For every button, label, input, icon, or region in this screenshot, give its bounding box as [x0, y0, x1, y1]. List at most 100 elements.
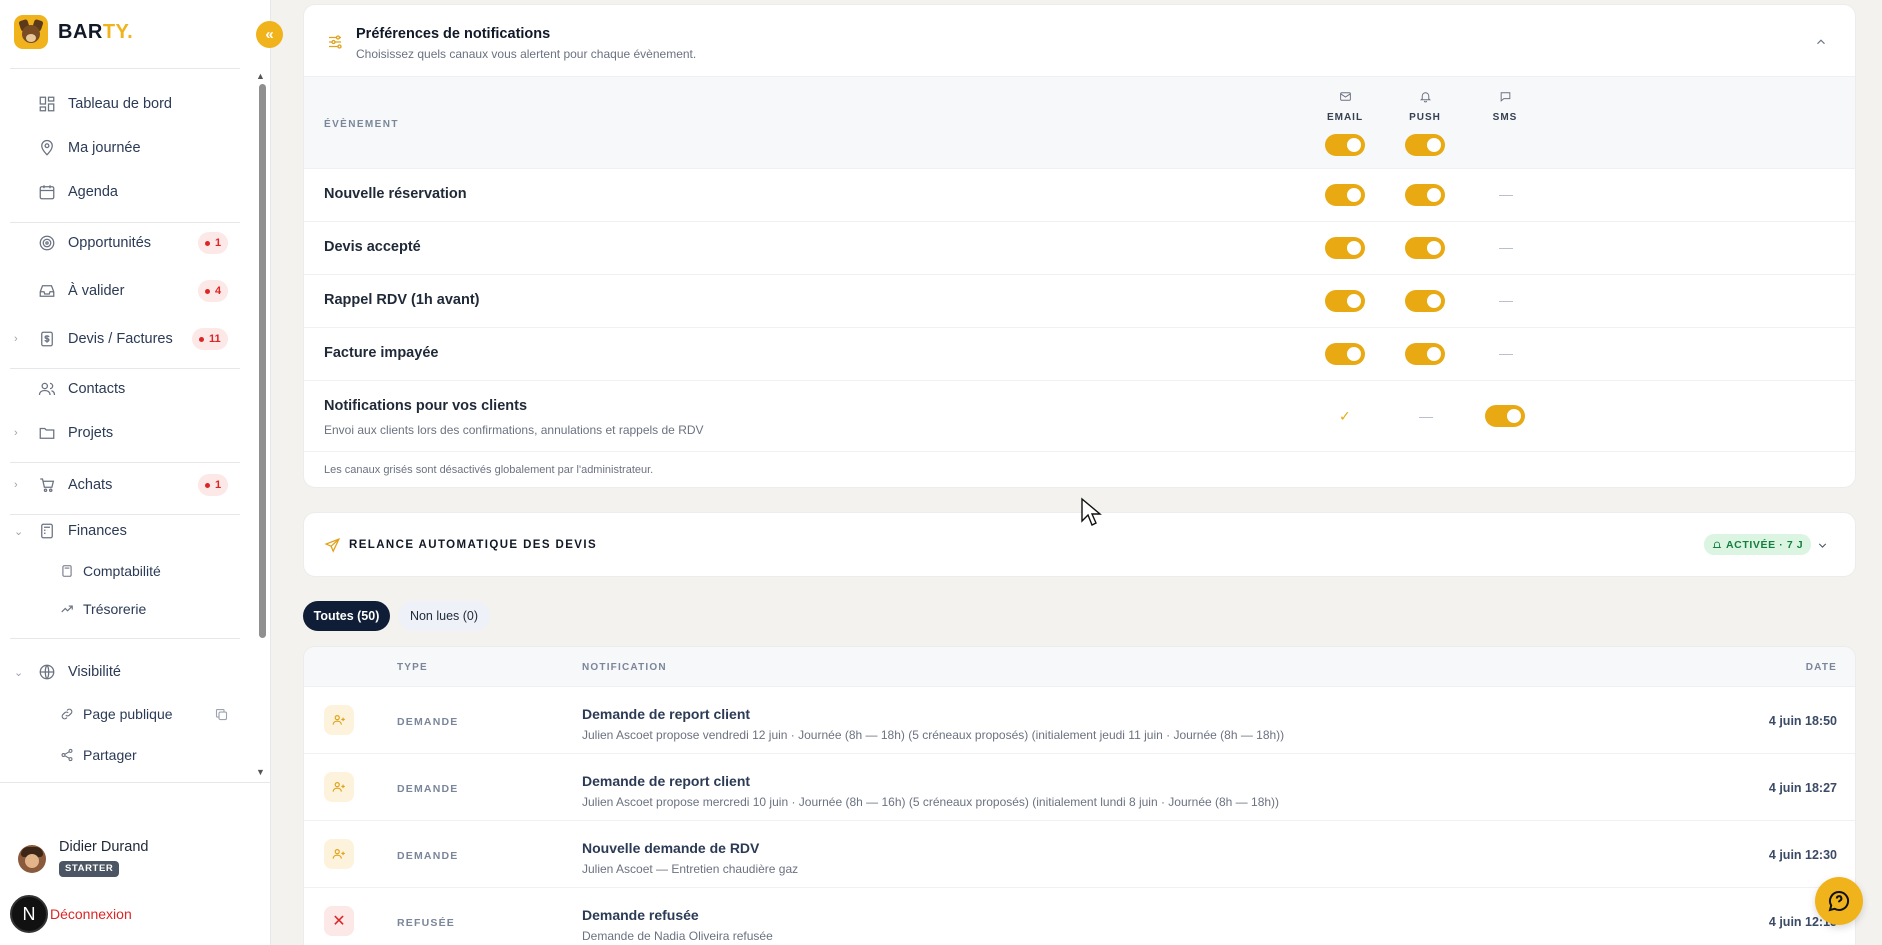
- notification-title: Demande refusée: [582, 907, 699, 923]
- sidebar-divider: [10, 368, 240, 369]
- sms-unavailable-dash: [1499, 354, 1513, 355]
- event-label: Nouvelle réservation: [324, 186, 467, 202]
- sidebar-divider: [0, 782, 271, 783]
- sidebar-item-my-day[interactable]: Ma journée: [0, 130, 250, 166]
- logout-button[interactable]: Déconnexion: [50, 906, 132, 922]
- calendar-icon: [39, 185, 55, 200]
- plan-badge: STARTER: [59, 861, 120, 877]
- sidebar-item-label: Agenda: [68, 184, 118, 200]
- sms-unavailable-dash: [1499, 301, 1513, 302]
- email-toggle[interactable]: [1325, 290, 1365, 312]
- sms-unavailable-dash: [1499, 248, 1513, 249]
- help-chat-button[interactable]: [1815, 877, 1863, 925]
- notification-type: REFUSÉE: [397, 917, 455, 929]
- sms-unavailable-dash: [1499, 195, 1513, 196]
- table-row[interactable]: DEMANDE Demande de report client Julien …: [304, 687, 1855, 754]
- notifications-table-header: TYPE NOTIFICATION DATE: [304, 647, 1855, 687]
- sidebar-item-to-validate[interactable]: À valider 4: [0, 273, 250, 309]
- sidebar-item-label: Finances: [68, 523, 127, 539]
- push-toggle[interactable]: [1405, 237, 1445, 259]
- sidebar-item-finances[interactable]: ⌄ Finances: [0, 513, 250, 549]
- sidebar-item-share[interactable]: Partager: [0, 737, 250, 773]
- chevron-down-icon[interactable]: ⌄: [14, 666, 23, 679]
- notification-date: 4 juin 18:50: [1768, 714, 1837, 728]
- email-toggle[interactable]: [1325, 237, 1365, 259]
- event-label: Rappel RDV (1h avant): [324, 292, 480, 308]
- collapse-sidebar-button[interactable]: «: [256, 21, 283, 48]
- email-master-toggle[interactable]: [1325, 134, 1365, 156]
- sidebar-item-purchases[interactable]: › Achats 1: [0, 467, 250, 503]
- sidebar-item-projects[interactable]: › Projets: [0, 415, 250, 451]
- chevron-up-icon[interactable]: [1814, 35, 1828, 49]
- event-row: Devis accepté: [304, 222, 1855, 275]
- sidebar-item-visibility[interactable]: ⌄ Visibilité: [0, 654, 250, 690]
- event-row: Rappel RDV (1h avant): [304, 275, 1855, 328]
- logout-row[interactable]: N Déconnexion: [10, 894, 132, 934]
- send-icon: [324, 537, 341, 553]
- table-row[interactable]: DEMANDE Demande de report client Julien …: [304, 754, 1855, 821]
- sms-toggle[interactable]: [1485, 405, 1525, 427]
- auto-reminder-title: RELANCE AUTOMATIQUE DES DEVIS: [349, 539, 598, 551]
- table-row[interactable]: DEMANDE Nouvelle demande de RDV Julien A…: [304, 821, 1855, 888]
- close-icon: ✕: [324, 906, 354, 936]
- push-toggle[interactable]: [1405, 290, 1445, 312]
- table-row[interactable]: ✕ REFUSÉE Demande refusée Demande de Nad…: [304, 888, 1855, 945]
- dollar-file-icon: [41, 331, 53, 347]
- globe-icon: [39, 664, 55, 680]
- count-badge: 1: [198, 232, 229, 254]
- message-icon: [1500, 92, 1510, 102]
- email-toggle[interactable]: [1325, 343, 1365, 365]
- sidebar-item-opportunities[interactable]: Opportunités 1: [0, 225, 250, 261]
- push-unavailable-dash: [1419, 417, 1433, 418]
- sidebar-item-label: Visibilité: [68, 664, 121, 680]
- dashboard-icon: [39, 96, 55, 112]
- sidebar-item-label: Devis / Factures: [68, 331, 173, 347]
- brand-logo[interactable]: BARTY.: [14, 14, 133, 50]
- sidebar-item-label: Tableau de bord: [68, 96, 172, 112]
- sidebar-divider: [10, 638, 240, 639]
- sidebar-divider: [10, 462, 240, 463]
- sidebar-item-label: Projets: [68, 425, 114, 441]
- chevron-down-icon[interactable]: [1816, 539, 1829, 552]
- user-plus-icon: [324, 705, 354, 735]
- notifications-table: TYPE NOTIFICATION DATE DEMANDE Demande d…: [303, 646, 1856, 945]
- prefs-table-header: ÉVÈNEMENT EMAIL PUSH SMS: [304, 76, 1855, 169]
- sidebar-item-label: Ma journée: [68, 140, 141, 156]
- next-dev-badge[interactable]: N: [10, 895, 48, 933]
- scroll-up-arrow[interactable]: ▲: [256, 71, 265, 81]
- channel-column-sms: SMS: [1475, 77, 1535, 125]
- dog-logo-icon: [14, 15, 48, 49]
- filter-all-tab[interactable]: Toutes (50): [303, 601, 390, 631]
- sidebar-item-label: Comptabilité: [83, 563, 161, 579]
- sidebar-item-label: Partager: [83, 747, 137, 763]
- count-badge: 4: [198, 280, 229, 302]
- sidebar-item-label: Trésorerie: [83, 601, 147, 617]
- target-icon: [39, 235, 55, 251]
- prefs-title: Préférences de notifications: [356, 26, 551, 42]
- users-icon: [38, 382, 56, 396]
- chevron-down-icon[interactable]: ⌄: [14, 525, 23, 538]
- chevron-right-icon[interactable]: ›: [14, 479, 18, 491]
- email-toggle[interactable]: [1325, 184, 1365, 206]
- push-master-toggle[interactable]: [1405, 134, 1445, 156]
- notification-title: Nouvelle demande de RDV: [582, 840, 760, 856]
- prefs-footnote: Les canaux grisés sont désactivés global…: [324, 464, 654, 476]
- sidebar-scrollbar[interactable]: [259, 84, 266, 638]
- push-toggle[interactable]: [1405, 343, 1445, 365]
- user-plus-icon: [324, 839, 354, 869]
- sidebar-item-contacts[interactable]: Contacts: [0, 371, 250, 407]
- chevron-right-icon[interactable]: ›: [14, 333, 18, 345]
- sidebar-item-agenda[interactable]: Agenda: [0, 174, 250, 210]
- copy-icon[interactable]: [214, 707, 229, 722]
- chevron-right-icon[interactable]: ›: [14, 427, 18, 439]
- sidebar-item-accounting[interactable]: Comptabilité: [0, 553, 250, 589]
- sidebar-item-dashboard[interactable]: Tableau de bord: [0, 86, 250, 122]
- sidebar-item-quotes-invoices[interactable]: › Devis / Factures 11: [0, 321, 250, 357]
- push-toggle[interactable]: [1405, 184, 1445, 206]
- scroll-down-arrow[interactable]: ▼: [256, 767, 265, 777]
- sidebar-item-treasury[interactable]: Trésorerie: [0, 591, 250, 627]
- bell-icon: [1712, 541, 1722, 548]
- sidebar-item-label: Achats: [68, 477, 113, 493]
- filter-unread-tab[interactable]: Non lues (0): [398, 601, 490, 631]
- sidebar-item-public-page[interactable]: Page publique: [0, 696, 250, 732]
